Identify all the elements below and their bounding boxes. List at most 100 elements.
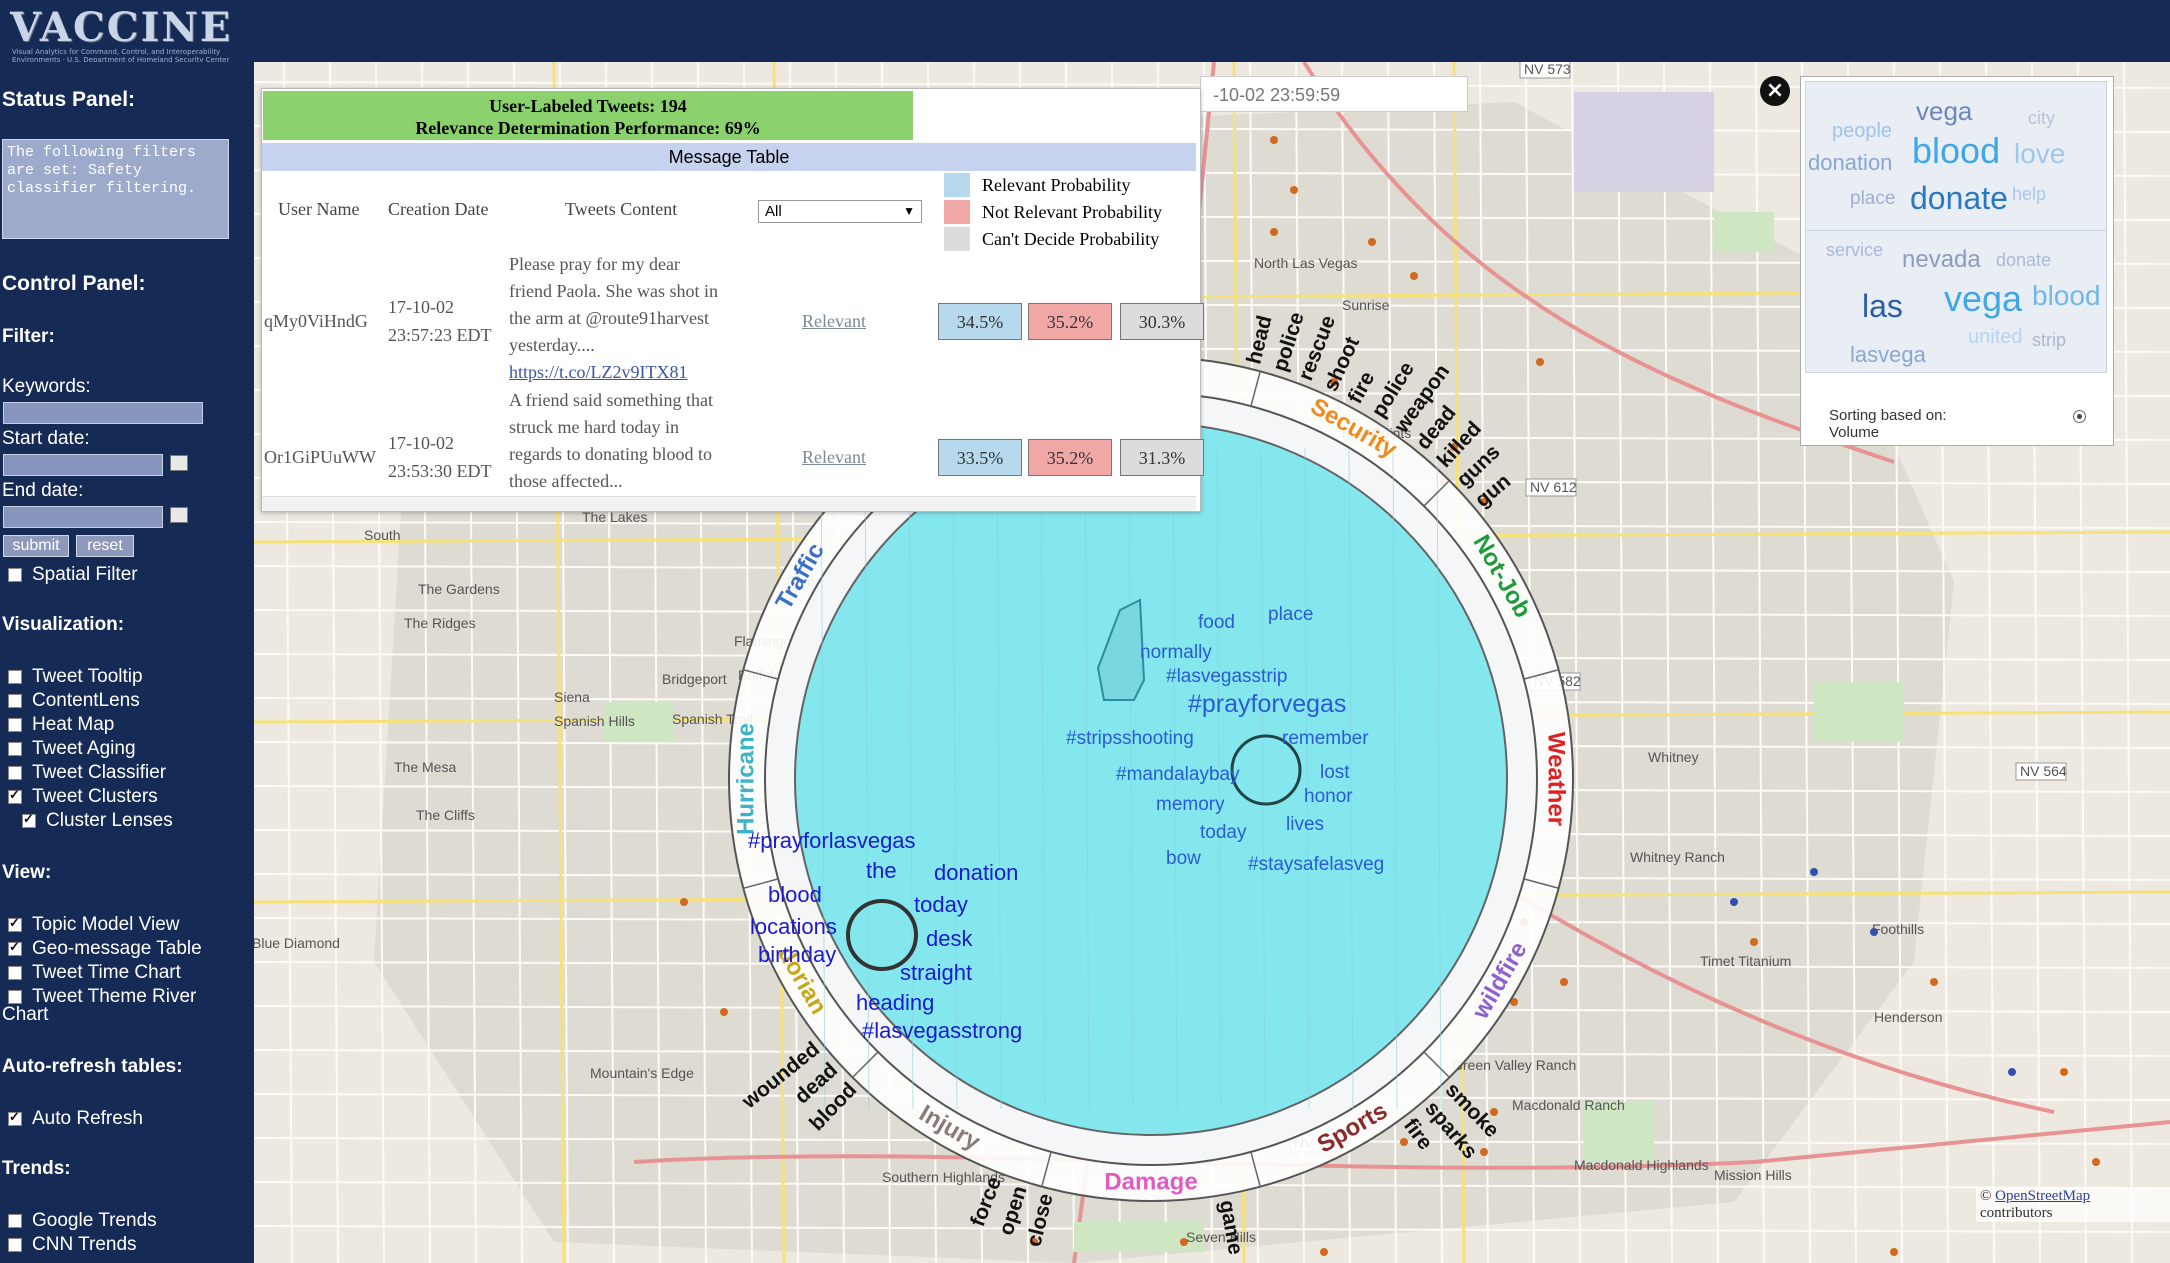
cloud-word[interactable]: people (1832, 120, 1892, 143)
relevance-label-link[interactable]: Relevant (802, 311, 866, 332)
cloud-word[interactable]: vega (1944, 278, 2022, 320)
legend-label: Can't Decide Probability (982, 228, 1160, 249)
row-date: 17-10-02 (388, 297, 454, 317)
content-line: A friend said something that (509, 390, 713, 410)
content-line: yesterday.... (509, 335, 595, 355)
header-user-name[interactable]: User Name (278, 199, 359, 220)
relevant-probability[interactable]: 33.5% (938, 439, 1022, 476)
chevron-down-icon: ▼ (903, 204, 915, 218)
cloud-word[interactable]: blood (1912, 130, 2000, 172)
lens-inner-word[interactable]: place (1268, 604, 1313, 626)
sort-label: Sorting based on: (1829, 407, 1947, 424)
message-table-panel: User-Labeled Tweets: 194 Relevance Deter… (261, 88, 1204, 512)
content-line: Please pray for my dear (509, 254, 680, 274)
cluster-word[interactable]: today (914, 892, 968, 918)
content-line: the arm at @route91harvest (509, 308, 710, 328)
cloud-word[interactable]: place (1850, 188, 1895, 210)
cloud-word[interactable]: las (1862, 288, 1903, 325)
lens-inner-word[interactable]: #staysafelasveg (1248, 854, 1384, 876)
cluster-word[interactable]: locations (750, 914, 837, 940)
header-tweets-content[interactable]: Tweets Content (565, 199, 677, 220)
row-content: Please pray for my dear friend Paola. Sh… (509, 251, 769, 386)
not-relevant-probability[interactable]: 35.2% (1028, 439, 1112, 476)
legend-label: Relevant Probability (982, 174, 1131, 195)
cluster-word[interactable]: birthday (758, 942, 836, 968)
sort-option[interactable]: Volume (1829, 424, 1879, 441)
cant-decide-probability[interactable]: 30.3% (1120, 303, 1204, 340)
lens-inner-word[interactable]: normally (1140, 642, 1212, 664)
not-relevant-probability[interactable]: 35.2% (1028, 303, 1112, 340)
row-time: 23:53:30 EDT (388, 461, 492, 481)
labeled-count: User-Labeled Tweets: 194 (489, 96, 687, 116)
lens-inner-word[interactable]: lives (1286, 814, 1324, 836)
lens-sector-label[interactable]: Damage (1104, 1168, 1197, 1195)
legend-label: Not Relevant Probability (982, 201, 1162, 222)
map-attribution: © OpenStreetMap contributors (1976, 1188, 2170, 1222)
cloud-word[interactable]: lasvega (1850, 342, 1926, 368)
cloud-word[interactable]: donate (1996, 250, 2051, 271)
cloud-word[interactable]: donation (1808, 150, 1892, 176)
cloud-word[interactable]: help (2012, 184, 2046, 205)
cloud-word[interactable]: nevada (1902, 246, 1981, 274)
close-icon[interactable]: × (1760, 76, 1790, 106)
copyright-symbol: © (1980, 1188, 1992, 1204)
lens-inner-word[interactable]: #mandalaybay (1116, 764, 1240, 786)
lens-inner-word[interactable]: memory (1156, 794, 1225, 816)
row-user: qMy0ViHndG (264, 311, 368, 331)
volume-radio[interactable] (2072, 409, 2086, 423)
label-filter-select[interactable]: All ▼ (758, 200, 922, 223)
cluster-word[interactable]: #prayforlasvegas (748, 828, 916, 854)
lens-inner-word[interactable]: today (1200, 822, 1246, 844)
word-cloud-area: vega people city donation blood love place dona… (1805, 81, 2107, 373)
lens-topic-word: game (1215, 1198, 1247, 1256)
osm-link[interactable]: OpenStreetMap (1995, 1188, 2090, 1204)
cloud-word[interactable]: city (2028, 108, 2055, 129)
tweet-link[interactable]: https://t.co/LZ2v9ITX81 (509, 359, 769, 386)
content-line: struck me hard today in (509, 417, 679, 437)
lens-inner-word[interactable]: #stripsshooting (1066, 728, 1194, 750)
lens-inner-word[interactable]: honor (1304, 786, 1353, 808)
performance-header: User-Labeled Tweets: 194 Relevance Deter… (263, 91, 913, 140)
cloud-word[interactable]: donate (1910, 180, 2008, 217)
lens-inner-word[interactable]: bow (1166, 848, 1201, 870)
sort-control: Sorting based on: Volume (1829, 407, 2113, 441)
cloud-word[interactable]: service (1826, 240, 1883, 261)
header-creation-date[interactable]: Creation Date (388, 199, 488, 220)
cluster-word[interactable]: heading (856, 990, 934, 1016)
cluster-word[interactable]: blood (768, 882, 822, 908)
lens-inner-word[interactable]: #lasvegasstrip (1166, 666, 1287, 688)
topic-word-cloud: vega people city donation blood love place dona… (1800, 76, 2114, 446)
lens-sector-label[interactable]: Hurricane (732, 723, 759, 835)
lens-inner-word[interactable]: remember (1282, 728, 1369, 750)
row-date: 17-10-02 (388, 433, 454, 453)
lens-sector-label[interactable]: Weather (1543, 732, 1570, 826)
relevance-label-link[interactable]: Relevant (802, 447, 866, 468)
row-time: 23:57:23 EDT (388, 325, 492, 345)
cloud-word[interactable]: strip (2032, 330, 2066, 351)
cant-decide-probability[interactable]: 31.3% (1120, 439, 1204, 476)
lens-inner-word[interactable]: food (1198, 612, 1235, 634)
cluster-word[interactable]: straight (900, 960, 972, 986)
cluster-word[interactable]: desk (926, 926, 972, 952)
legend-swatch (944, 200, 970, 224)
cluster-word[interactable]: donation (934, 860, 1018, 886)
relevant-probability[interactable]: 34.5% (938, 303, 1022, 340)
legend-swatch (944, 227, 970, 251)
legend-not-relevant: Not Relevant Probability (944, 200, 1162, 224)
row-content: A friend said something that struck me h… (509, 387, 769, 495)
cloud-word[interactable]: love (2014, 138, 2065, 170)
content-line: friend Paola. She was shot in (509, 281, 718, 301)
cloud-word[interactable]: blood (2032, 280, 2101, 312)
cluster-word[interactable]: #lasvegasstrong (862, 1018, 1022, 1044)
cloud-word[interactable]: vega (1916, 96, 1972, 127)
legend-cant-decide: Can't Decide Probability (944, 227, 1159, 251)
horizontal-scrollbar[interactable] (262, 496, 1196, 511)
lens-inner-word[interactable]: #prayforvegas (1188, 690, 1346, 719)
message-table-title: Message Table (262, 143, 1196, 171)
time-display: -10-02 23:59:59 (1200, 76, 1468, 112)
cluster-word[interactable]: the (866, 858, 897, 884)
cloud-word[interactable]: united (1968, 326, 2023, 349)
content-line: those affected... (509, 471, 623, 491)
row-user: Or1GiPUuWW (264, 447, 376, 467)
lens-inner-word[interactable]: lost (1320, 762, 1350, 784)
